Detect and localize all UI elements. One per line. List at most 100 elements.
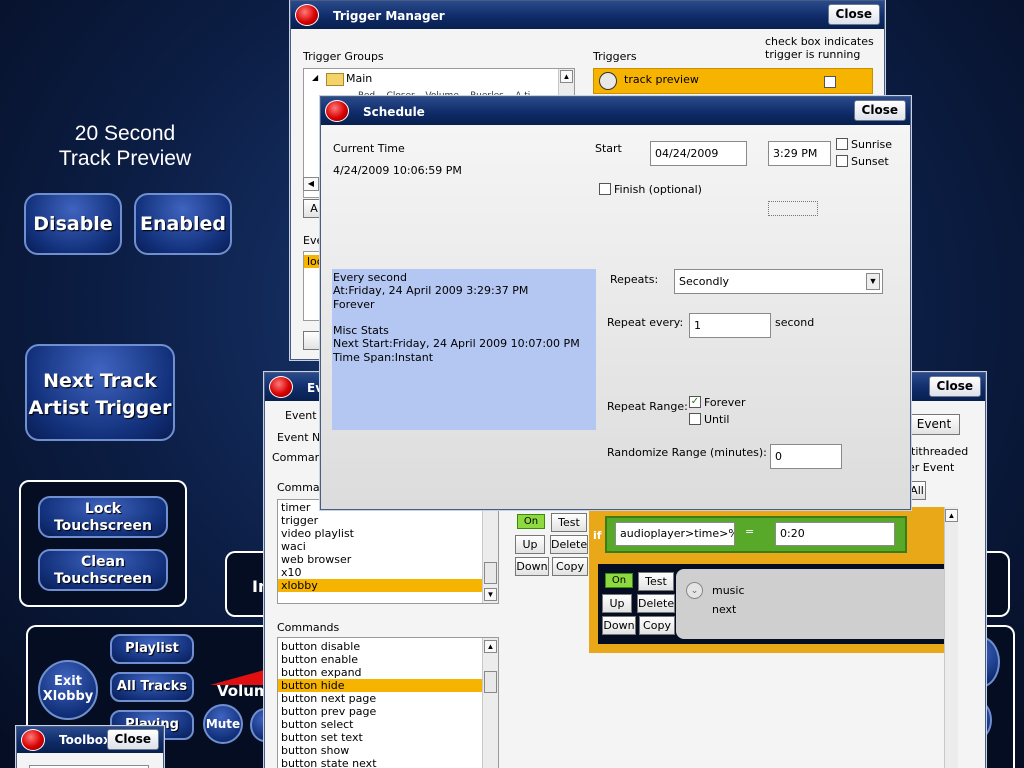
triggers-list[interactable]: track preview: [593, 68, 873, 94]
step-up-button[interactable]: Up: [515, 535, 545, 554]
scroll-up-icon[interactable]: ▲: [484, 640, 497, 653]
command-item[interactable]: x10: [278, 566, 498, 579]
clean-touchscreen-button[interactable]: Clean Touchscreen: [38, 549, 168, 591]
trigger-item-label: track preview: [624, 73, 699, 86]
scroll-up-icon[interactable]: ▲: [560, 70, 573, 83]
commands-item-selected[interactable]: button hide: [278, 679, 498, 692]
sunrise-checkbox[interactable]: [836, 138, 848, 150]
command-item[interactable]: trigger: [278, 514, 498, 527]
action-delete-button[interactable]: Delete: [637, 594, 675, 613]
schedule-title: Schedule: [363, 105, 425, 119]
toolbox-title: Toolbox: [59, 733, 111, 747]
commands-item[interactable]: button show: [278, 744, 498, 757]
toolbox-orb-icon[interactable]: [21, 729, 45, 751]
action-up-button[interactable]: Up: [602, 594, 632, 613]
forever-checkbox[interactable]: ✓: [689, 396, 701, 408]
step-copy-button[interactable]: Copy: [552, 557, 588, 576]
action-on-toggle[interactable]: On: [605, 573, 633, 588]
commands-item[interactable]: button expand: [278, 666, 498, 679]
command-item-selected[interactable]: xlobby: [278, 579, 498, 592]
toolbox-titlebar[interactable]: Toolbox Close: [17, 727, 163, 753]
commands-item[interactable]: button select: [278, 718, 498, 731]
finish-label: Finish (optional): [614, 183, 702, 196]
chevron-down-icon[interactable]: ▼: [866, 273, 880, 290]
triggers-label: Triggers: [593, 50, 637, 63]
steps-scrollbar[interactable]: ▲: [944, 507, 958, 768]
commands-item[interactable]: button next page: [278, 692, 498, 705]
start-date-input[interactable]: 04/24/2009: [650, 141, 747, 166]
if-label: if: [593, 529, 602, 542]
lock-touchscreen-button[interactable]: Lock Touchscreen: [38, 496, 168, 538]
action-down-button[interactable]: Down: [602, 616, 636, 635]
next-track-artist-trigger-button[interactable]: Next Track Artist Trigger: [25, 344, 175, 441]
step-delete-button[interactable]: Delete: [550, 535, 588, 554]
commands-item[interactable]: button disable: [278, 640, 498, 653]
mute-button[interactable]: Mute: [203, 704, 243, 744]
command-scrollbar[interactable]: ▼: [482, 500, 498, 603]
repeats-select[interactable]: Secondly: [674, 269, 883, 294]
start-label: Start: [595, 142, 622, 155]
schedule-titlebar[interactable]: Schedule Close: [321, 97, 910, 125]
randomize-input[interactable]: 0: [770, 444, 842, 469]
trigger-manager-close-button[interactable]: Close: [827, 4, 880, 25]
trigger-manager-titlebar[interactable]: Trigger Manager Close: [291, 1, 884, 29]
step-down-button[interactable]: Down: [515, 557, 549, 576]
tree-scroll-left-icon[interactable]: ◀: [303, 177, 319, 191]
tree-expand-icon[interactable]: ◢: [312, 73, 318, 82]
start-time-input[interactable]: 3:29 PM: [768, 141, 831, 166]
schedule-orb-icon[interactable]: [325, 100, 349, 122]
tree-main-item[interactable]: Main: [346, 72, 372, 85]
scroll-down-icon[interactable]: ▼: [484, 588, 497, 601]
scroll-thumb[interactable]: [484, 671, 497, 693]
toolbox-close-button[interactable]: Close: [106, 729, 159, 750]
trigger-manager-title: Trigger Manager: [333, 9, 445, 23]
all-tracks-button[interactable]: All Tracks: [110, 672, 194, 702]
finish-checkbox[interactable]: [599, 183, 611, 195]
preview-title: 20 Second Track Preview: [58, 122, 192, 170]
until-checkbox[interactable]: [689, 413, 701, 425]
trigger-groups-label: Trigger Groups: [303, 50, 384, 63]
exit-xlobby-button[interactable]: Exit Xlobby: [38, 660, 98, 720]
step-test-button[interactable]: Test: [551, 513, 587, 532]
clock-icon: [599, 72, 617, 90]
trigger-running-checkbox[interactable]: [824, 76, 836, 88]
scroll-up-icon[interactable]: ▲: [945, 509, 958, 522]
action-copy-button[interactable]: Copy: [639, 616, 675, 635]
sunset-checkbox[interactable]: [836, 155, 848, 167]
command-item[interactable]: web browser: [278, 553, 498, 566]
disable-button[interactable]: Disable: [24, 193, 122, 255]
finish-time-placeholder[interactable]: [768, 201, 818, 216]
repeat-every-label: Repeat every:: [607, 316, 684, 329]
scroll-thumb[interactable]: [484, 562, 497, 584]
event-orb-icon[interactable]: [269, 376, 293, 398]
repeat-every-input[interactable]: 1: [689, 313, 771, 338]
command-category-list[interactable]: timer trigger video playlist waci web br…: [277, 499, 499, 604]
condition-left-input[interactable]: audioplayer>time>%el: [615, 522, 735, 546]
condition-right-input[interactable]: 0:20: [775, 522, 895, 546]
toolbox-window: Toolbox Close: [16, 726, 164, 768]
commands-item[interactable]: button set text: [278, 731, 498, 744]
collapse-chevron-icon[interactable]: ⌄: [686, 582, 703, 599]
schedule-close-button[interactable]: Close: [853, 100, 906, 121]
trigger-hint: check box indicates trigger is running: [765, 35, 874, 61]
per-event-label: er Event: [908, 461, 955, 474]
event-button[interactable]: Event: [908, 414, 960, 435]
commands-item[interactable]: button state next: [278, 757, 498, 768]
command-item[interactable]: waci: [278, 540, 498, 553]
trigger-manager-orb-icon[interactable]: [295, 4, 319, 26]
forever-label: Forever: [704, 396, 746, 409]
commands-item[interactable]: button prev page: [278, 705, 498, 718]
multithreaded-label: ltithreaded: [908, 445, 969, 458]
action-test-button[interactable]: Test: [638, 572, 674, 591]
commands-item[interactable]: button enable: [278, 653, 498, 666]
step-on-toggle[interactable]: On: [517, 514, 545, 529]
playlist-button[interactable]: Playlist: [110, 634, 194, 664]
event-close-button[interactable]: Close: [928, 376, 981, 397]
commands-list[interactable]: button disable button enable button expa…: [277, 637, 499, 768]
randomize-label: Randomize Range (minutes):: [607, 446, 767, 459]
command-item[interactable]: video playlist: [278, 527, 498, 540]
current-time-label: Current Time: [333, 142, 405, 155]
commands-scrollbar[interactable]: ▲: [482, 638, 498, 768]
schedule-summary: Every second At:Friday, 24 April 2009 3:…: [332, 269, 596, 430]
enabled-button[interactable]: Enabled: [134, 193, 232, 255]
